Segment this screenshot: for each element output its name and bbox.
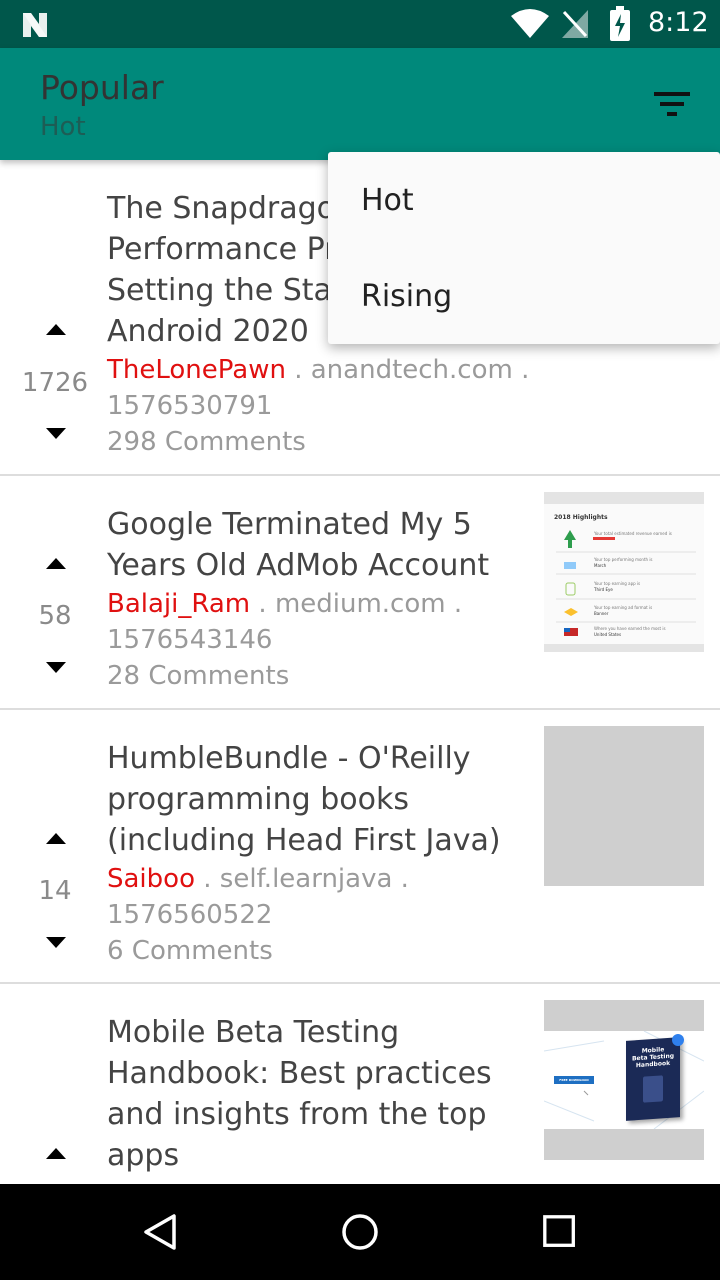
download-badge-icon	[672, 1034, 684, 1046]
post-content: Mobile Beta Testing Handbook: Best pract…	[107, 1012, 492, 1176]
upvote-icon[interactable]	[45, 556, 67, 570]
vote-column: 1726	[0, 160, 110, 476]
clock: 8:12	[648, 7, 709, 38]
post-title-line: apps	[107, 1138, 180, 1173]
post-comments[interactable]: 28 Comments	[107, 658, 489, 694]
sort-menu: Hot Rising	[328, 152, 720, 344]
menu-item-hot[interactable]: Hot	[361, 183, 414, 218]
report-icon	[556, 530, 696, 636]
wifi-icon	[511, 9, 549, 38]
post-title-line: (including Head First Java)	[107, 823, 501, 858]
thumbnail-value: United States	[594, 632, 622, 637]
post-thumbnail[interactable]: 2018 Highlights Your total estimated rev…	[544, 492, 704, 652]
n-logo-icon	[23, 13, 47, 37]
post-meta: TheLonePawn . anandtech.com .	[107, 352, 529, 388]
post-title-line: HumbleBundle - O'Reilly	[107, 741, 471, 776]
post-title-line: Google Terminated My 5	[107, 507, 472, 542]
navigation-bar	[0, 1184, 720, 1280]
thumbnail-row: Your top performing month is	[594, 557, 653, 562]
post-author[interactable]: Saiboo	[107, 864, 195, 894]
thumbnail-value: Banner	[594, 611, 609, 616]
post-title-line: and insights from the top	[107, 1097, 487, 1132]
post-title-line: Mobile Beta Testing	[107, 1015, 400, 1050]
downvote-icon[interactable]	[45, 936, 67, 950]
no-signal-icon	[562, 10, 588, 38]
separator: .	[285, 355, 311, 385]
downvote-icon[interactable]	[45, 661, 67, 675]
post-title[interactable]: Google Terminated My 5 Years Old AdMob A…	[107, 504, 489, 586]
post-domain: self.learnjava	[219, 864, 393, 894]
separator: .	[194, 864, 220, 894]
vote-count: 14	[38, 876, 72, 906]
upvote-icon[interactable]	[45, 831, 67, 845]
app-bar: Popular Hot	[0, 48, 720, 160]
post-comments[interactable]: 298 Comments	[107, 424, 529, 460]
post-timestamp: 1576530791	[107, 391, 273, 421]
filter-icon[interactable]	[650, 88, 694, 120]
upvote-icon[interactable]	[45, 322, 67, 336]
upvote-icon[interactable]	[45, 1146, 67, 1160]
post-item[interactable]: 14 HumbleBundle - O'Reilly programming b…	[0, 710, 720, 984]
recents-icon[interactable]	[541, 1213, 579, 1251]
vote-count: 58	[38, 601, 72, 631]
post-timestamp: 1576543146	[107, 625, 273, 655]
separator: .	[250, 589, 275, 619]
vote-count: 1726	[21, 368, 89, 398]
vote-column: 58	[0, 476, 110, 710]
thumbnail-value: March	[594, 563, 607, 568]
page-subtitle: Hot	[40, 112, 86, 142]
thumbnail-report: 2018 Highlights Your total estimated rev…	[544, 504, 704, 644]
post-content: HumbleBundle - O'Reilly programming book…	[107, 738, 501, 969]
post-domain: medium.com	[274, 589, 446, 619]
post-timestamp: 1576560522	[107, 900, 273, 930]
post-author[interactable]: Balaji_Ram	[107, 589, 250, 619]
free-download-button: FREE DOWNLOAD	[554, 1076, 594, 1084]
thumbnail-banner: FREE DOWNLOAD Mobile Beta Testing Handbo…	[544, 1031, 704, 1129]
post-title[interactable]: HumbleBundle - O'Reilly programming book…	[107, 738, 501, 861]
post-title-line: Handbook: Best practices	[107, 1056, 492, 1091]
thumbnail-value: Third Eye	[594, 587, 613, 592]
post-title-line: programming books	[107, 782, 409, 817]
back-icon[interactable]	[140, 1212, 180, 1252]
page-title: Popular	[40, 68, 164, 107]
post-comments[interactable]: 6 Comments	[107, 933, 501, 969]
post-author[interactable]: TheLonePawn	[107, 355, 286, 385]
book-cover: Mobile Beta Testing Handbook	[626, 1037, 680, 1121]
post-meta: Balaji_Ram . medium.com .	[107, 586, 489, 622]
post-thumbnail[interactable]: FREE DOWNLOAD Mobile Beta Testing Handbo…	[544, 1000, 704, 1160]
separator: .	[392, 864, 409, 894]
screen: 8:12 Popular Hot 1726 The Snapdragon Per…	[0, 0, 720, 1280]
separator: .	[512, 355, 530, 385]
post-thumbnail[interactable]	[544, 726, 704, 886]
separator: .	[445, 589, 463, 619]
downvote-icon[interactable]	[45, 427, 67, 441]
post-item[interactable]: 58 Google Terminated My 5 Years Old AdMo…	[0, 476, 720, 710]
post-content: Google Terminated My 5 Years Old AdMob A…	[107, 504, 489, 694]
menu-item-rising[interactable]: Rising	[361, 279, 452, 314]
thumbnail-row: Your top earning app is	[594, 581, 641, 586]
home-icon[interactable]	[340, 1212, 380, 1252]
thumbnail-row: Where you have earned the most is	[594, 626, 666, 631]
post-title[interactable]: Mobile Beta Testing Handbook: Best pract…	[107, 1012, 492, 1176]
post-title-line: Years Old AdMob Account	[107, 548, 490, 583]
thumbnail-row: Your top earning ad format is	[594, 605, 653, 610]
vote-column: 14	[0, 710, 110, 984]
thumbnail-row: Your total estimated revenue earned is	[594, 531, 672, 536]
book-illustration	[643, 1075, 663, 1103]
battery-charging-icon	[610, 6, 630, 41]
status-bar: 8:12	[0, 0, 720, 48]
post-domain: anandtech.com	[310, 355, 513, 385]
post-meta: Saiboo . self.learnjava .	[107, 861, 501, 897]
